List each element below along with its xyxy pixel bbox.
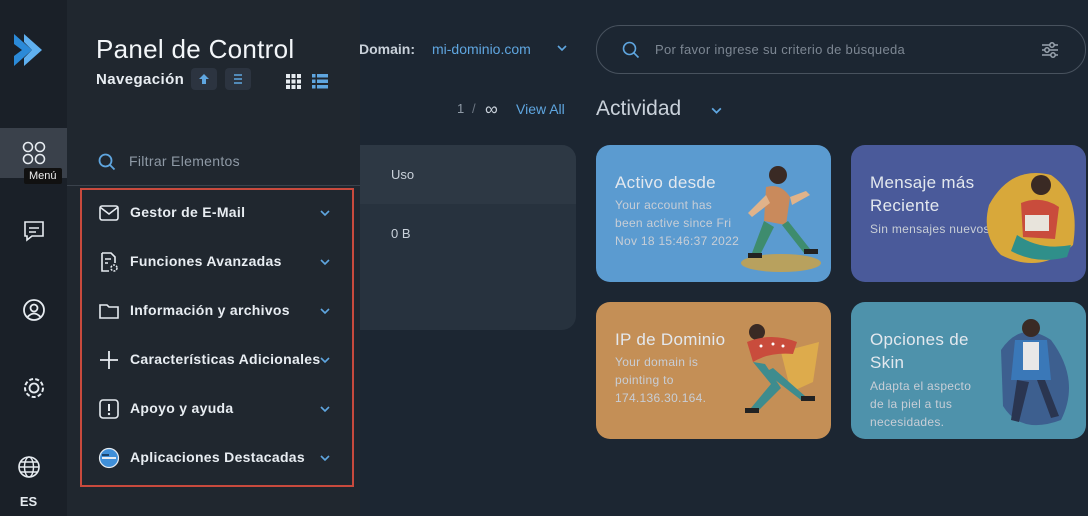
- menu-item-label: Apoyo y ayuda: [130, 400, 234, 416]
- chat-icon: [23, 221, 44, 242]
- panel-title: Panel de Control: [96, 34, 295, 64]
- card-title-line: Reciente: [870, 196, 940, 215]
- usage-value: 0 B: [391, 226, 411, 241]
- menu-item-label: Gestor de E-Mail: [130, 204, 246, 220]
- card-title: Activo desde: [615, 173, 716, 192]
- user-icon: [22, 299, 45, 321]
- chevron-down-icon[interactable]: [556, 42, 568, 54]
- menu-item-info-files[interactable]: Información y archivos: [82, 288, 352, 337]
- menu-list: Gestor de E-Mail Funciones Avanzadas Inf…: [80, 188, 354, 487]
- search-input[interactable]: Por favor ingrese su criterio de búsqued…: [655, 42, 905, 57]
- menu-item-label: Características Adicionales: [130, 351, 321, 367]
- domain-label: Domain:: [359, 41, 415, 57]
- menu-item-email-manager[interactable]: Gestor de E-Mail: [82, 190, 352, 239]
- card-title-line: Mensaje más: [870, 173, 975, 192]
- globe-icon: [17, 456, 40, 478]
- person-running-illustration: [745, 324, 819, 413]
- navigation-panel: Panel de Control Navegación Filtrar Elem…: [67, 0, 360, 516]
- icon-rail: Menú ES: [0, 0, 67, 516]
- rail-messages[interactable]: [0, 206, 67, 256]
- person-laptop-illustration: [986, 173, 1075, 263]
- menu-item-advanced-functions[interactable]: Funciones Avanzadas: [82, 239, 352, 288]
- menu-item-label: Aplicaciones Destacadas: [130, 449, 305, 465]
- filter-field[interactable]: Filtrar Elementos: [67, 140, 360, 186]
- menu-item-featured-apps[interactable]: Aplicaciones Destacadas: [82, 435, 352, 484]
- card-line: been active since Fri: [615, 216, 732, 230]
- activity-card-latest-message[interactable]: Mensaje más Reciente Sin mensajes nuevos: [851, 145, 1086, 282]
- menu-item-additional-features[interactable]: Características Adicionales: [82, 337, 352, 386]
- menu-item-label: Información y archivos: [130, 302, 290, 318]
- search-icon: [622, 41, 640, 59]
- document-settings-icon: [101, 252, 118, 272]
- pin-icon: [199, 74, 209, 84]
- card-line: Adapta el aspecto: [870, 379, 972, 393]
- list-icon: [234, 74, 242, 84]
- panel-subtitle: Navegación: [96, 71, 185, 88]
- card-title-line: Skin: [870, 353, 905, 372]
- pin-toggle-button[interactable]: [191, 68, 217, 90]
- view-all-link[interactable]: View All: [516, 101, 565, 117]
- activity-title: Actividad: [596, 97, 682, 120]
- chevron-down-icon: [320, 357, 330, 364]
- chevron-down-icon: [320, 455, 330, 462]
- card-line: Your account has: [615, 198, 713, 212]
- page-separator: /: [472, 101, 476, 116]
- alert-icon: [99, 399, 119, 419]
- page-number: 1: [457, 101, 465, 116]
- rail-account[interactable]: [0, 285, 67, 335]
- menu-grid-icon: [22, 141, 45, 165]
- card-title-line: Opciones de: [870, 330, 969, 349]
- card-line: Nov 18 15:46:37 2022: [615, 234, 740, 248]
- chevron-down-icon: [320, 210, 330, 217]
- search-icon: [98, 153, 116, 171]
- usage-header: Uso: [391, 167, 415, 182]
- person-standing-illustration: [1001, 319, 1069, 426]
- usage-card: Uso 0 B: [360, 145, 576, 330]
- rail-settings[interactable]: [0, 363, 67, 413]
- menu-item-support-help[interactable]: Apoyo y ayuda: [82, 386, 352, 435]
- search-bar[interactable]: Por favor ingrese su criterio de búsqued…: [596, 25, 1086, 74]
- envelope-icon: [99, 205, 119, 221]
- grid-view-icon[interactable]: [286, 74, 301, 89]
- card-title: Mensaje más Reciente: [870, 171, 974, 217]
- activity-card-active-since[interactable]: Activo desde Your account has been activ…: [596, 145, 831, 282]
- rail-tooltip: Menú: [24, 168, 62, 184]
- list-view-icon[interactable]: [312, 74, 328, 89]
- card-line: de la piel a tus: [870, 397, 953, 411]
- list-toggle-button[interactable]: [225, 68, 251, 90]
- settings-icon: [23, 378, 44, 398]
- infinity-icon: ∞: [485, 99, 498, 119]
- activity-card-domain-ip[interactable]: IP de Dominio Your domain is pointing to…: [596, 302, 831, 439]
- apps-icon: [98, 447, 120, 469]
- card-title: Opciones de Skin: [870, 328, 969, 374]
- logo-icon[interactable]: [8, 30, 48, 70]
- card-line: pointing to: [615, 373, 674, 387]
- person-walking-illustration: [741, 166, 821, 272]
- language-code[interactable]: ES: [0, 494, 57, 509]
- card-line: 174.136.30.164.: [615, 391, 707, 405]
- chevron-down-icon: [320, 308, 330, 315]
- card-title: IP de Dominio: [615, 330, 726, 349]
- card-line: Your domain is: [615, 355, 699, 369]
- card-line: necesidades.: [870, 415, 945, 429]
- filter-sliders-icon[interactable]: [1040, 40, 1060, 60]
- plus-icon: [100, 351, 118, 369]
- menu-item-label: Funciones Avanzadas: [130, 253, 282, 269]
- card-line: Sin mensajes nuevos: [870, 222, 990, 236]
- filter-input[interactable]: Filtrar Elementos: [129, 153, 240, 169]
- folder-icon: [99, 304, 119, 319]
- chevron-down-icon: [320, 406, 330, 413]
- domain-selector[interactable]: mi-dominio.com: [432, 41, 531, 57]
- activity-card-skin-options[interactable]: Opciones de Skin Adapta el aspecto de la…: [851, 302, 1086, 439]
- chevron-down-icon: [320, 259, 330, 266]
- chevron-down-icon[interactable]: [710, 104, 723, 117]
- rail-language[interactable]: [0, 442, 57, 492]
